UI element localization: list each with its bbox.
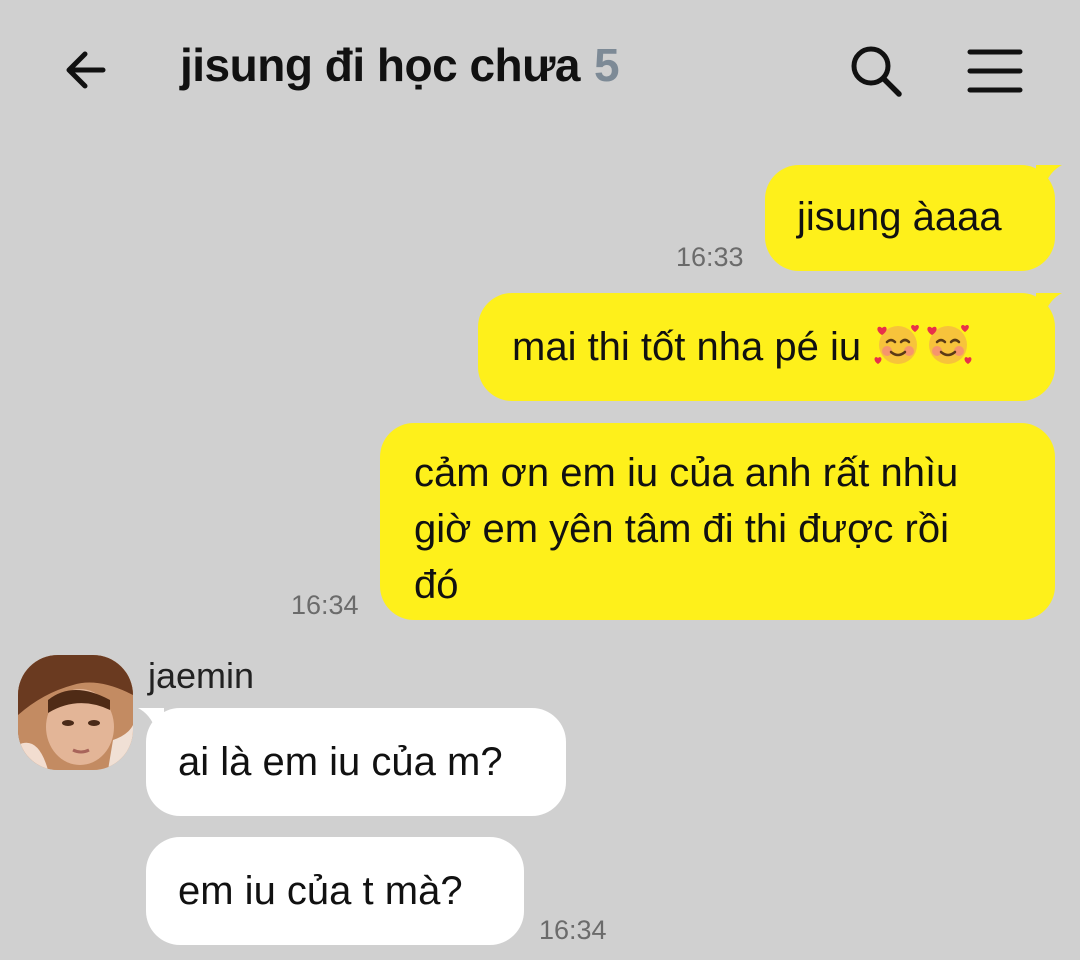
message-time: 16:33 — [676, 242, 744, 272]
avatar-photo — [18, 655, 133, 770]
chat-title-text: jisung đi học chưa — [180, 39, 581, 91]
menu-button[interactable] — [962, 38, 1028, 104]
chat-title: jisung đi học chưa 5 — [180, 38, 620, 92]
avatar[interactable] — [18, 655, 133, 770]
message-time: 16:34 — [539, 915, 607, 945]
hamburger-menu-icon — [967, 49, 1023, 93]
outgoing-message-bubble[interactable]: jisung àaaa — [765, 165, 1055, 271]
message-text-line: đó — [414, 563, 459, 607]
search-icon — [851, 46, 902, 97]
member-count: 5 — [594, 39, 620, 91]
back-button[interactable] — [55, 40, 115, 100]
message-text: ai là em iu của m? — [178, 740, 503, 784]
bubble-tail — [1036, 165, 1062, 187]
outgoing-message-bubble[interactable]: mai thi tốt nha pé iu — [478, 293, 1055, 401]
message-text: jisung àaaa — [797, 195, 1002, 239]
message-text: mai thi tốt nha pé iu — [512, 325, 862, 369]
smiling-face-with-hearts-icon — [874, 324, 920, 364]
incoming-message-bubble[interactable]: em iu của t mà? — [146, 837, 524, 945]
bubble-tail — [1036, 293, 1062, 315]
outgoing-message-bubble[interactable]: cảm ơn em iu của anh rất nhìu giờ em yên… — [380, 423, 1055, 620]
chat-header: jisung đi học chưa 5 — [0, 0, 1080, 135]
incoming-message-bubble[interactable]: ai là em iu của m? — [146, 708, 566, 816]
arrow-left-icon — [66, 51, 106, 89]
sender-name: jaemin — [148, 655, 255, 696]
search-button[interactable] — [843, 38, 909, 104]
smiling-face-with-hearts-icon — [927, 324, 972, 364]
message-time: 16:34 — [291, 590, 359, 620]
bubble-tail — [138, 708, 164, 730]
message-text-line: cảm ơn em iu của anh rất nhìu — [414, 451, 959, 495]
message-text: em iu của t mà? — [178, 869, 463, 913]
message-text-line: giờ em yên tâm đi thi được rồi — [414, 507, 949, 551]
